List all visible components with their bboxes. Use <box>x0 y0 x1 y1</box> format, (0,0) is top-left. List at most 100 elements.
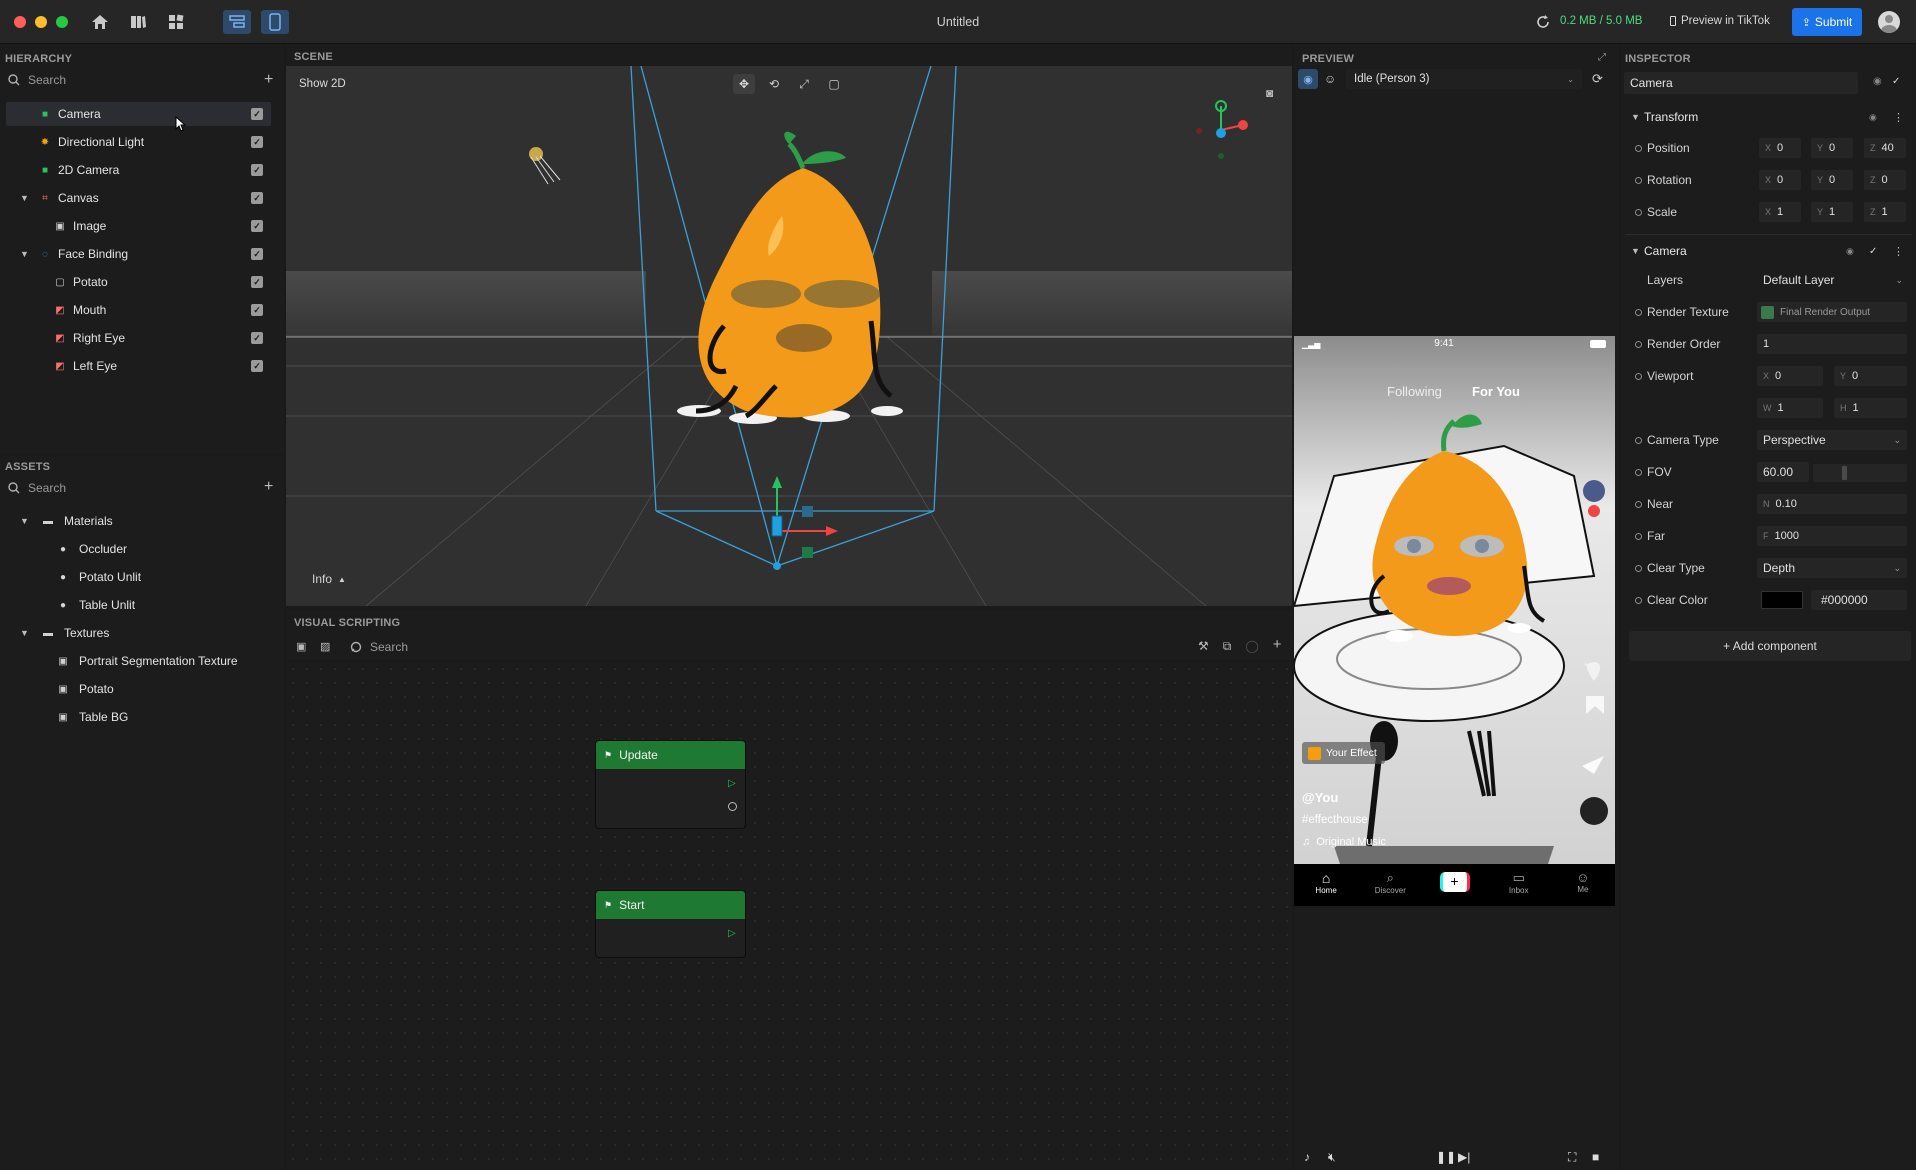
avatar[interactable] <box>1878 11 1900 33</box>
keyframe-dot-icon[interactable] <box>1635 144 1642 152</box>
visibility-checkbox[interactable]: ✓ <box>251 332 263 344</box>
scene-viewport[interactable]: Show 2D ✥ ⟲ ⤢ ▢ ◙ Info ▲ <box>286 66 1292 606</box>
hierarchy-item-right-eye[interactable]: ◩ Right Eye ✓ <box>0 326 280 350</box>
phone-preview[interactable]: 9:41 ▁▃▅ Following For You Your Effect @… <box>1294 336 1615 906</box>
mute-icon[interactable]: 🔇︎ <box>1328 1150 1336 1165</box>
fov-slider-thumb[interactable] <box>1842 466 1847 480</box>
chevron-down-icon[interactable]: ▼ <box>20 516 30 526</box>
hierarchy-item-potato[interactable]: ▢ Potato ✓ <box>0 270 280 294</box>
viewport-w-field[interactable]: W1 <box>1757 398 1823 418</box>
exec-output-port-icon[interactable]: ▷ <box>728 928 736 939</box>
assets-search-input[interactable]: Search <box>28 481 66 495</box>
asset-item-potato[interactable]: ▣ Potato <box>0 677 280 701</box>
visibility-checkbox[interactable]: ✓ <box>251 360 263 372</box>
scale-x-field[interactable]: X1 <box>1759 202 1801 222</box>
keyframe-dot-icon[interactable] <box>1635 436 1642 444</box>
asset-item-table-bg[interactable]: ▣ Table BG <box>0 705 280 729</box>
hierarchy-item-directional-light[interactable]: ✸ Directional Light ✓ <box>0 130 280 154</box>
component-info-icon[interactable]: ◉ <box>1869 112 1877 123</box>
keyframe-dot-icon[interactable] <box>1635 308 1642 316</box>
visual-scripting-canvas[interactable]: ⚑ Update ▷ ⚑ Start ▷ <box>286 662 1292 1170</box>
position-y-field[interactable]: Y0 <box>1811 138 1853 158</box>
chevron-down-icon[interactable]: ▼ <box>20 249 30 259</box>
fullscreen-icon[interactable]: ⛶ <box>1568 1150 1576 1165</box>
clear-type-select[interactable]: Depth ⌄ <box>1757 558 1907 578</box>
component-enabled-checkbox[interactable]: ✓ <box>1869 246 1877 257</box>
orientation-gizmo[interactable] <box>1196 100 1248 159</box>
asset-folder-textures[interactable]: ▼ ▬ Textures <box>0 621 280 645</box>
fov-slider[interactable] <box>1813 464 1907 482</box>
pause-icon[interactable]: ❚❚ <box>1436 1150 1456 1164</box>
position-x-field[interactable]: X0 <box>1759 138 1801 158</box>
layers-select[interactable]: Default Layer ⌄ <box>1757 270 1907 290</box>
visibility-checkbox[interactable]: ✓ <box>251 136 263 148</box>
hierarchy-item-face-binding[interactable]: ▼ ◌ Face Binding ✓ <box>0 242 280 266</box>
visual-scripting-search-input[interactable]: Search <box>370 640 408 654</box>
asset-item-table-unlit[interactable]: ● Table Unlit <box>0 593 280 617</box>
your-effect-badge[interactable]: Your Effect <box>1302 742 1385 764</box>
asset-item-portrait-segmentation-texture[interactable]: ▣ Portrait Segmentation Texture <box>0 649 280 673</box>
keyframe-dot-icon[interactable] <box>1635 500 1642 508</box>
keyframe-dot-icon[interactable] <box>1635 372 1642 380</box>
transform-gizmo[interactable] <box>771 476 838 570</box>
clear-color-hex-field[interactable]: #000000 <box>1811 590 1907 610</box>
scale-tool-icon[interactable]: ⤢ <box>793 74 815 94</box>
component-info-icon[interactable]: ◉ <box>1846 246 1854 257</box>
refresh-icon[interactable] <box>1533 10 1553 34</box>
visibility-checkbox[interactable]: ✓ <box>251 108 263 120</box>
wand-icon[interactable]: ⚒ <box>1198 639 1209 654</box>
exec-output-port-icon[interactable]: ▷ <box>728 778 736 789</box>
visibility-checkbox[interactable]: ✓ <box>251 164 263 176</box>
chevron-down-icon[interactable]: ▼ <box>20 628 30 638</box>
keyframe-dot-icon[interactable] <box>1635 596 1642 604</box>
render-texture-field[interactable]: Final Render Output <box>1757 302 1907 322</box>
save-graph-icon[interactable]: ▣ <box>296 640 306 653</box>
keyframe-dot-icon[interactable] <box>1635 208 1642 216</box>
add-node-icon[interactable]: + <box>1273 636 1282 654</box>
step-forward-icon[interactable]: ▶| <box>1458 1150 1470 1164</box>
layers-icon[interactable]: ⧉ <box>1223 639 1232 654</box>
hierarchy-item-canvas[interactable]: ▼ ⌗ Canvas ✓ <box>0 186 280 210</box>
more-options-icon[interactable]: ⋮ <box>1893 245 1904 258</box>
viewport-x-field[interactable]: X0 <box>1757 366 1823 386</box>
keyframe-dot-icon[interactable] <box>1635 176 1642 184</box>
rotate-tool-icon[interactable]: ⟲ <box>763 74 785 94</box>
layer-visibility-icon[interactable]: ◉ <box>1873 76 1882 87</box>
comment-icon[interactable]: ◯ <box>1245 639 1258 654</box>
record-icon[interactable]: ■ <box>1592 1150 1599 1164</box>
nav-discover[interactable]: ⌕ Discover <box>1358 864 1422 906</box>
hierarchy-search[interactable]: Search <box>8 73 66 87</box>
visibility-checkbox[interactable]: ✓ <box>251 220 263 232</box>
visibility-checkbox[interactable]: ✓ <box>251 304 263 316</box>
enabled-checkbox[interactable]: ✓ <box>1892 76 1900 87</box>
data-output-port-icon[interactable] <box>728 802 737 811</box>
nav-inbox[interactable]: ▭ Inbox <box>1487 864 1551 906</box>
keyframe-dot-icon[interactable] <box>1635 532 1642 540</box>
person-icon[interactable]: ☺ <box>1324 72 1336 86</box>
tab-following[interactable]: Following <box>1387 384 1442 399</box>
hierarchy-item-2d-camera[interactable]: ■ 2D Camera ✓ <box>0 158 280 182</box>
more-options-icon[interactable]: ⋮ <box>1893 111 1904 124</box>
rotation-y-field[interactable]: Y0 <box>1811 170 1853 190</box>
far-field[interactable]: F 1000 <box>1757 526 1907 546</box>
hierarchy-item-left-eye[interactable]: ◩ Left Eye ✓ <box>0 354 280 378</box>
visual-scripting-search[interactable]: Search <box>350 640 408 654</box>
show-2d-toggle[interactable]: Show 2D <box>299 78 346 90</box>
add-component-button[interactable]: + Add component <box>1629 631 1911 661</box>
update-node[interactable]: ⚑ Update ▷ <box>595 740 746 829</box>
object-name-field[interactable]: Camera <box>1624 72 1858 94</box>
keyframe-dot-icon[interactable] <box>1635 340 1642 348</box>
info-toggle[interactable]: Info ▲ <box>312 572 346 586</box>
visibility-checkbox[interactable]: ✓ <box>251 276 263 288</box>
camera-view-icon[interactable]: ◙ <box>1266 86 1273 100</box>
transform-section-header[interactable]: ▼ Transform ◉ ⋮ <box>1621 104 1916 130</box>
nav-create[interactable]: + <box>1422 864 1486 906</box>
scale-y-field[interactable]: Y1 <box>1811 202 1853 222</box>
near-field[interactable]: N 0.10 <box>1757 494 1907 514</box>
hierarchy-search-input[interactable]: Search <box>28 73 66 87</box>
create-plus-button[interactable]: + <box>1439 872 1470 892</box>
assets-search[interactable]: Search <box>8 481 66 495</box>
fov-field[interactable]: 60.00 <box>1757 462 1809 482</box>
hierarchy-item-image[interactable]: ▣ Image ✓ <box>0 214 280 238</box>
refresh-preview-icon[interactable]: ⟳ <box>1592 71 1603 87</box>
